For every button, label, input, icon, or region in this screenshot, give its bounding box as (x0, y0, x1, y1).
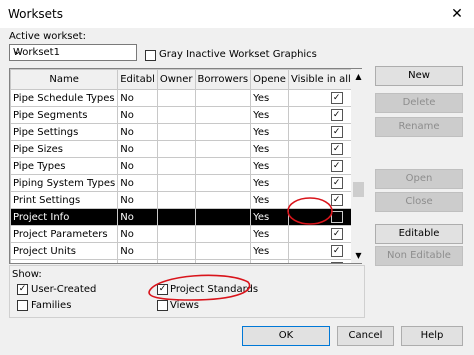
red-annotation-marks (148, 197, 333, 301)
annotation-circle-visibility (287, 197, 333, 225)
annotation-circle-project-standards (148, 274, 251, 301)
